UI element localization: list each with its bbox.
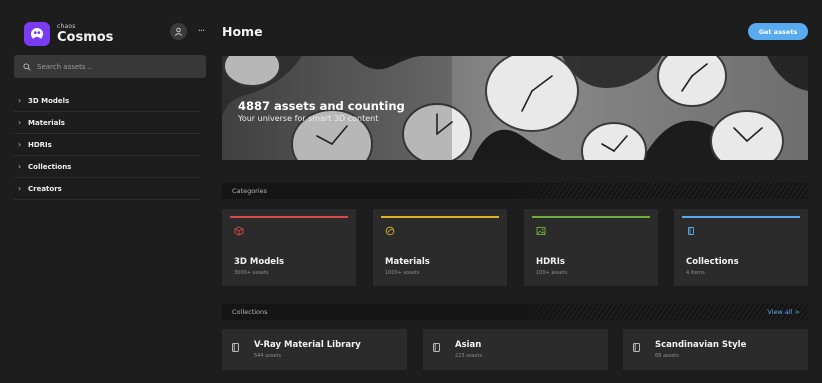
chevron-right-icon: › — [18, 96, 22, 105]
collection-count: 223 assets — [455, 353, 483, 359]
collections-label: Collections — [232, 308, 268, 316]
category-count: 3000+ assets — [234, 270, 269, 276]
app: chaos Cosmos ··· › 3D Models › Material — [0, 0, 822, 383]
sidebar-item-creators[interactable]: › Creators — [14, 178, 200, 200]
category-name: 3D Models — [234, 257, 285, 267]
collection-name: Scandinavian Style — [655, 340, 747, 350]
sidebar-item-materials[interactable]: › Materials — [14, 112, 200, 134]
search-box[interactable] — [14, 55, 206, 78]
category-accent-line — [532, 216, 650, 218]
sidebar-item-3d-models[interactable]: › 3D Models — [14, 90, 200, 112]
chevron-right-icon: › — [18, 140, 22, 149]
brand-name: Cosmos — [57, 30, 114, 45]
collection-icon — [232, 343, 239, 352]
sidebar-item-label: Collections — [28, 162, 72, 171]
brand-text: chaos Cosmos — [57, 24, 114, 45]
more-icon: ··· — [197, 26, 205, 37]
user-account-button[interactable] — [170, 23, 187, 40]
category-count: 1000+ assets — [385, 270, 420, 276]
cosmos-logo-icon — [24, 22, 50, 46]
search-icon — [23, 62, 31, 71]
brand[interactable]: chaos Cosmos — [24, 22, 113, 46]
category-name: Collections — [686, 257, 739, 267]
collection-icon — [633, 343, 640, 352]
hero-subtitle: Your universe for smart 3D content — [238, 114, 379, 123]
search-input[interactable] — [37, 62, 197, 71]
collections-section-header: Collections View all > — [222, 304, 808, 320]
image-icon — [536, 227, 546, 235]
categories-section-header: Categories — [222, 183, 808, 199]
sidebar-item-hdris[interactable]: › HDRIs — [14, 134, 200, 156]
material-sphere-icon — [385, 226, 395, 236]
sidebar-nav: › 3D Models › Materials › HDRIs › Collec… — [14, 90, 200, 200]
sidebar-item-label: Materials — [28, 118, 65, 127]
collection-name: V-Ray Material Library — [254, 340, 361, 350]
user-icon — [174, 27, 183, 36]
collection-card-asian[interactable]: Asian 223 assets — [423, 329, 608, 370]
category-accent-line — [230, 216, 348, 218]
category-card-3d-models[interactable]: 3D Models 3000+ assets — [222, 209, 356, 286]
sidebar-item-label: 3D Models — [28, 96, 70, 105]
category-card-collections[interactable]: Collections 4 items — [674, 209, 808, 286]
cube-icon — [234, 226, 244, 236]
category-card-hdris[interactable]: HDRIs 100+ assets — [524, 209, 658, 286]
category-name: Materials — [385, 257, 430, 267]
categories-label: Categories — [232, 187, 268, 195]
section-fade — [508, 183, 568, 199]
hero-banner: 4887 assets and counting Your universe f… — [222, 56, 808, 160]
get-assets-button[interactable]: Get assets — [748, 23, 808, 40]
sidebar-item-label: Creators — [28, 184, 62, 193]
category-count: 100+ assets — [536, 270, 568, 276]
collection-card-vray-material-library[interactable]: V-Ray Material Library 544 assets — [222, 329, 407, 370]
more-options-button[interactable]: ··· — [194, 23, 208, 40]
chevron-right-icon: › — [18, 162, 22, 171]
page-title: Home — [222, 24, 263, 39]
view-all-link[interactable]: View all > — [767, 308, 800, 316]
category-accent-line — [381, 216, 499, 218]
section-fade — [508, 304, 568, 320]
hero-title: 4887 assets and counting — [238, 99, 405, 113]
sidebar-item-label: HDRIs — [28, 140, 52, 149]
chevron-right-icon: › — [18, 118, 22, 127]
category-count: 4 items — [686, 270, 705, 276]
chevron-right-icon: › — [18, 184, 22, 193]
category-name: HDRIs — [536, 257, 565, 267]
category-accent-line — [682, 216, 800, 218]
collection-card-scandinavian-style[interactable]: Scandinavian Style 68 assets — [623, 329, 808, 370]
collection-count: 68 assets — [655, 353, 679, 359]
collection-icon — [433, 343, 440, 352]
sidebar-item-collections[interactable]: › Collections — [14, 156, 200, 178]
collection-icon — [688, 227, 694, 235]
collection-name: Asian — [455, 340, 482, 350]
collection-count: 544 assets — [254, 353, 282, 359]
category-card-materials[interactable]: Materials 1000+ assets — [373, 209, 507, 286]
